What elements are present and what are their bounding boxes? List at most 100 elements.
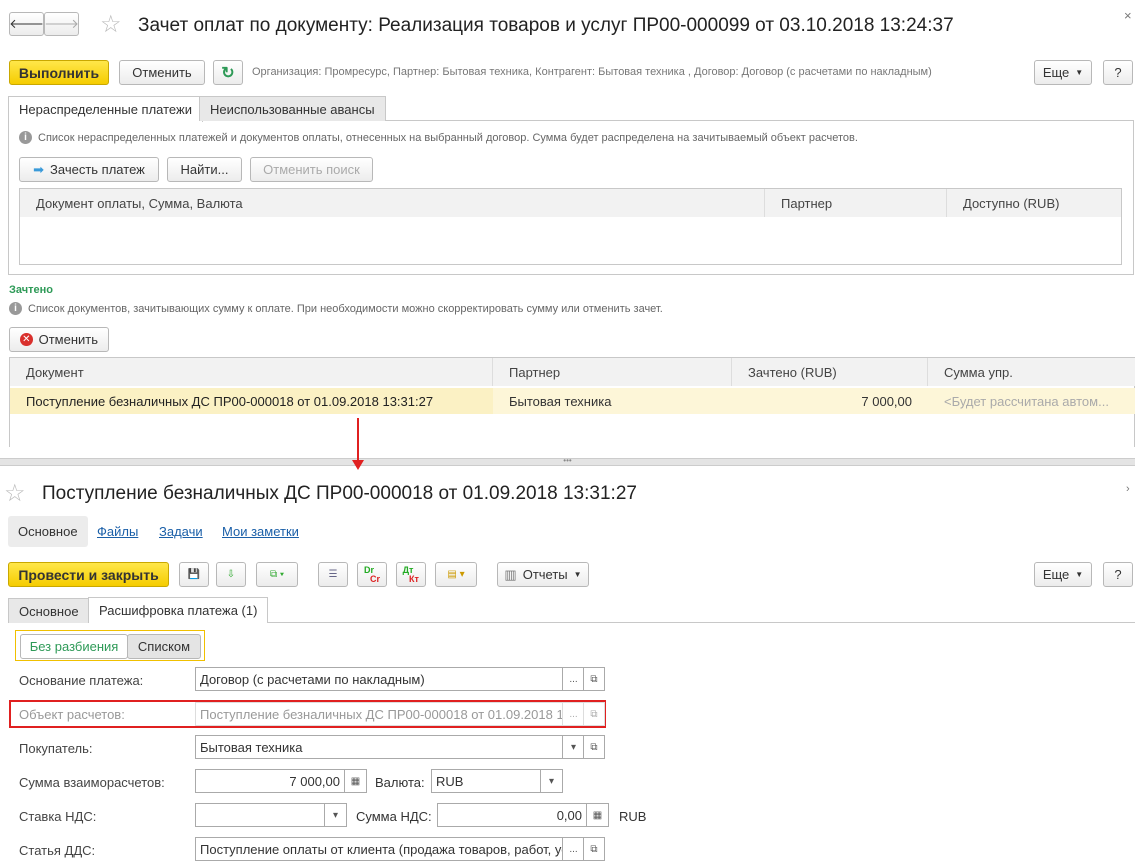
- info-icon: i: [9, 302, 22, 315]
- open-icon[interactable]: ⧉: [583, 837, 605, 861]
- select-button[interactable]: ...: [563, 702, 585, 726]
- cr-label: Cr: [369, 573, 380, 584]
- execute-button[interactable]: Выполнить: [9, 60, 109, 85]
- list-icon[interactable]: ☰: [318, 562, 348, 587]
- col-offset-amount[interactable]: Зачтено (RUB): [732, 358, 928, 386]
- vat-sum-field[interactable]: 0,00: [437, 803, 587, 827]
- refresh-icon[interactable]: ↻: [213, 60, 243, 85]
- sum-label: Сумма взаиморасчетов:: [19, 775, 165, 790]
- more-button[interactable]: Еще ▼: [1034, 562, 1092, 587]
- currency-field[interactable]: RUB: [431, 769, 541, 793]
- vat-sum-label: Сумма НДС:: [356, 809, 432, 824]
- offset-table[interactable]: Документ Партнер Зачтено (RUB) Сумма упр…: [9, 357, 1135, 447]
- sum-field[interactable]: 7 000,00: [195, 769, 345, 793]
- split-mode-toggle[interactable]: Без разбиения Списком: [15, 630, 205, 661]
- nav-tasks[interactable]: Задачи: [159, 524, 203, 539]
- vat-currency: RUB: [619, 809, 647, 824]
- info-text: Список документов, зачитывающих сумму к …: [28, 302, 663, 315]
- close-icon[interactable]: ×: [1124, 8, 1132, 23]
- col-document[interactable]: Документ: [10, 358, 493, 386]
- open-icon[interactable]: ⧉: [583, 735, 605, 759]
- find-button[interactable]: Найти...: [167, 157, 242, 182]
- forward-button[interactable]: 🡒: [44, 12, 79, 36]
- dr-cr-icon[interactable]: Dr Cr: [357, 562, 387, 587]
- cell-mgmt-sum: <Будет рассчитана автом...: [928, 388, 1135, 414]
- cell-partner: Бытовая техника: [493, 388, 732, 414]
- col-partner[interactable]: Партнер: [493, 358, 732, 386]
- open-icon[interactable]: ⧉: [583, 702, 605, 726]
- window-title: Зачет оплат по документу: Реализация тов…: [138, 15, 954, 36]
- reports-label: Отчеты: [522, 567, 568, 582]
- col-payment-doc[interactable]: Документ оплаты, Сумма, Валюта: [20, 189, 765, 217]
- reports-button[interactable]: ▥ Отчеты ▼: [497, 562, 589, 587]
- cancel2-label: Отменить: [38, 332, 98, 347]
- offset-label: Зачесть платеж: [50, 162, 145, 177]
- splitter[interactable]: •••: [0, 457, 1135, 466]
- toggle-no-split[interactable]: Без разбиения: [20, 634, 128, 659]
- nav-files[interactable]: Файлы: [97, 524, 138, 539]
- help-button[interactable]: ?: [1103, 60, 1133, 85]
- toggle-list[interactable]: Списком: [127, 634, 201, 659]
- favorite-star-icon[interactable]: ☆: [4, 479, 26, 508]
- tab-unallocated-payments[interactable]: Нераспределенные платежи: [8, 96, 203, 122]
- tab-main[interactable]: Основное: [8, 598, 90, 623]
- nav-main[interactable]: Основное: [8, 516, 88, 547]
- dropdown-icon[interactable]: ▾: [541, 769, 563, 793]
- close-icon[interactable]: ›: [1126, 483, 1130, 495]
- cancel-offset-button[interactable]: ✕ Отменить: [9, 327, 109, 352]
- print-icon[interactable]: ▤ ▾: [435, 562, 477, 587]
- cash-item-label: Статья ДДС:: [19, 843, 96, 858]
- object-field[interactable]: Поступление безналичных ДС ПР00-000018 о…: [195, 702, 563, 726]
- cell-offset-amount: 7 000,00: [732, 388, 928, 414]
- dropdown-icon[interactable]: ▾: [563, 735, 585, 759]
- chevron-down-icon: ▼: [1075, 570, 1084, 579]
- table-row[interactable]: Поступление безналичных ДС ПР00-000018 о…: [10, 388, 1135, 414]
- calculator-icon[interactable]: ▦: [345, 769, 367, 793]
- tab-payment-breakdown[interactable]: Расшифровка платежа (1): [88, 597, 269, 623]
- select-button[interactable]: ...: [563, 667, 585, 691]
- info-icon: i: [19, 131, 32, 144]
- reports-icon: ▥: [504, 566, 517, 582]
- back-button[interactable]: 🡐: [9, 12, 44, 36]
- red-arrow-line: [357, 418, 359, 464]
- col-mgmt-sum[interactable]: Сумма упр.: [928, 358, 1135, 386]
- unallocated-table[interactable]: Документ оплаты, Сумма, Валюта Партнер Д…: [19, 188, 1122, 265]
- nav-notes[interactable]: Мои заметки: [222, 524, 299, 539]
- tab-unused-advances[interactable]: Неиспользованные авансы: [199, 96, 386, 121]
- dropdown-icon[interactable]: ▾: [325, 803, 347, 827]
- favorite-star-icon[interactable]: ☆: [100, 10, 122, 39]
- select-button[interactable]: ...: [563, 837, 585, 861]
- info-unallocated: i Список нераспределенных платежей и доку…: [19, 131, 858, 144]
- more-button[interactable]: Еще ▼: [1034, 60, 1092, 85]
- col-available[interactable]: Доступно (RUB): [947, 189, 1121, 217]
- col-partner[interactable]: Партнер: [765, 189, 947, 217]
- post-icon[interactable]: ⇩: [216, 562, 246, 587]
- vat-rate-field[interactable]: [195, 803, 325, 827]
- basis-label: Основание платежа:: [19, 673, 144, 688]
- buyer-field[interactable]: Бытовая техника: [195, 735, 563, 759]
- cancel-search-button[interactable]: Отменить поиск: [250, 157, 373, 182]
- info-offset: i Список документов, зачитывающих сумму к…: [9, 302, 663, 315]
- cancel-button[interactable]: Отменить: [119, 60, 205, 85]
- kt-label: Кт: [409, 573, 419, 584]
- buyer-label: Покупатель:: [19, 741, 93, 756]
- arrow-right-icon: ➡: [33, 161, 45, 177]
- help-button[interactable]: ?: [1103, 562, 1133, 587]
- document-title: Поступление безналичных ДС ПР00-000018 о…: [42, 483, 637, 504]
- context-info: Организация: Промресурс, Партнер: Бытова…: [252, 66, 932, 78]
- chevron-down-icon: ▼: [573, 570, 582, 579]
- post-and-close-button[interactable]: Провести и закрыть: [8, 562, 169, 587]
- red-arrow-head-icon: [352, 460, 364, 470]
- cash-item-field[interactable]: Поступление оплаты от клиента (продажа т…: [195, 837, 563, 861]
- currency-label: Валюта:: [375, 775, 425, 790]
- create-based-on-icon[interactable]: ⧉ ▾: [256, 562, 298, 587]
- dt-kt-icon[interactable]: Дт Кт: [396, 562, 426, 587]
- offset-payment-button[interactable]: ➡ Зачесть платеж: [19, 157, 159, 182]
- chevron-down-icon: ▼: [1075, 68, 1084, 77]
- basis-field[interactable]: Договор (с расчетами по накладным): [195, 667, 563, 691]
- more-label: Еще: [1042, 65, 1070, 80]
- open-icon[interactable]: ⧉: [583, 667, 605, 691]
- save-icon[interactable]: 💾: [179, 562, 209, 587]
- calculator-icon[interactable]: ▦: [587, 803, 609, 827]
- vat-rate-label: Ставка НДС:: [19, 809, 97, 824]
